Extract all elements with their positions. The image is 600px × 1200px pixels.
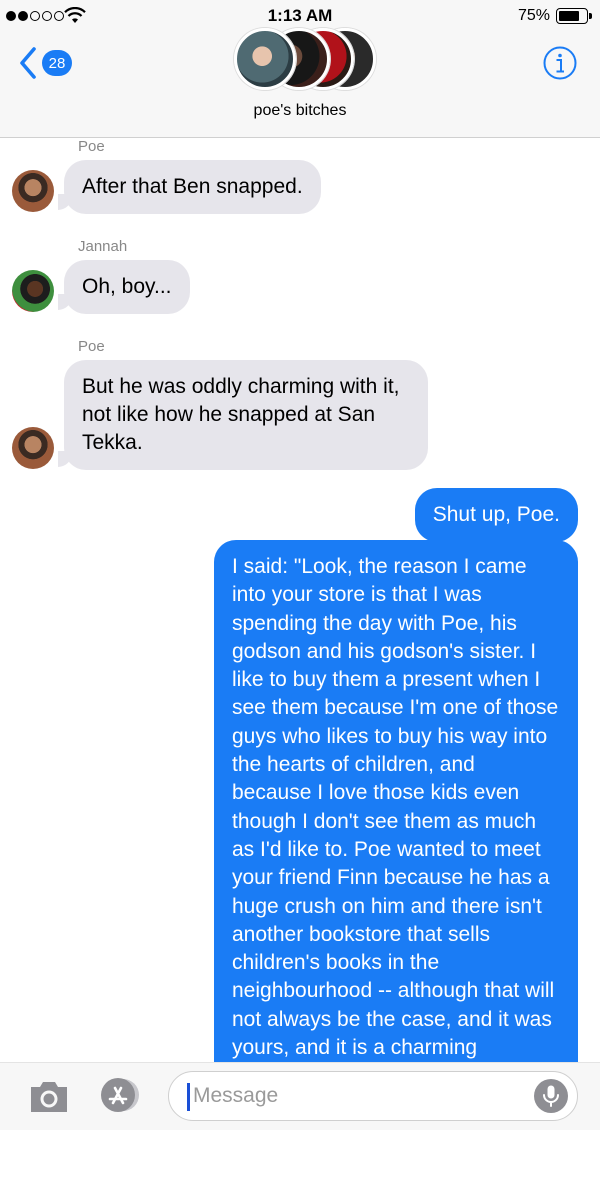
camera-icon[interactable] bbox=[28, 1077, 70, 1115]
message-field[interactable] bbox=[168, 1071, 578, 1121]
avatar bbox=[12, 170, 54, 212]
microphone-icon[interactable] bbox=[533, 1078, 569, 1114]
group-name[interactable]: poe's bitches bbox=[0, 102, 600, 120]
battery-icon bbox=[556, 8, 592, 24]
back-button[interactable]: 28 bbox=[18, 46, 72, 80]
group-avatars[interactable] bbox=[234, 28, 376, 92]
sender-name: Poe bbox=[78, 138, 105, 155]
message-input[interactable] bbox=[193, 1072, 513, 1120]
battery-percentage: 75% bbox=[517, 7, 550, 24]
avatar bbox=[234, 28, 296, 90]
unread-count-badge: 28 bbox=[42, 50, 72, 76]
sender-name: Poe bbox=[78, 338, 105, 355]
info-icon[interactable] bbox=[542, 45, 578, 81]
message-bubble-outgoing[interactable]: Shut up, Poe. bbox=[414, 488, 578, 543]
avatar bbox=[12, 270, 54, 312]
message-bubble-outgoing[interactable]: I said: "Look, the reason I came into yo… bbox=[214, 540, 578, 1062]
message-bubble[interactable]: Oh, boy... bbox=[64, 260, 190, 314]
sender-name: Jannah bbox=[78, 238, 128, 255]
message-list[interactable]: Poe After that Ben snapped. Jannah Oh, b… bbox=[0, 138, 600, 1062]
chevron-left-icon bbox=[20, 47, 36, 79]
message-bubble[interactable]: After that Ben snapped. bbox=[64, 160, 321, 214]
conversation-header: 1:13 AM 75% 28 poe's bitches bbox=[0, 0, 600, 138]
app-store-icon[interactable] bbox=[96, 1075, 144, 1115]
message-bubble[interactable]: But he was oddly charming with it, not l… bbox=[64, 360, 428, 470]
status-time: 1:13 AM bbox=[267, 6, 333, 25]
text-caret bbox=[187, 1083, 190, 1111]
avatar bbox=[12, 427, 54, 469]
compose-bar bbox=[0, 1062, 600, 1130]
